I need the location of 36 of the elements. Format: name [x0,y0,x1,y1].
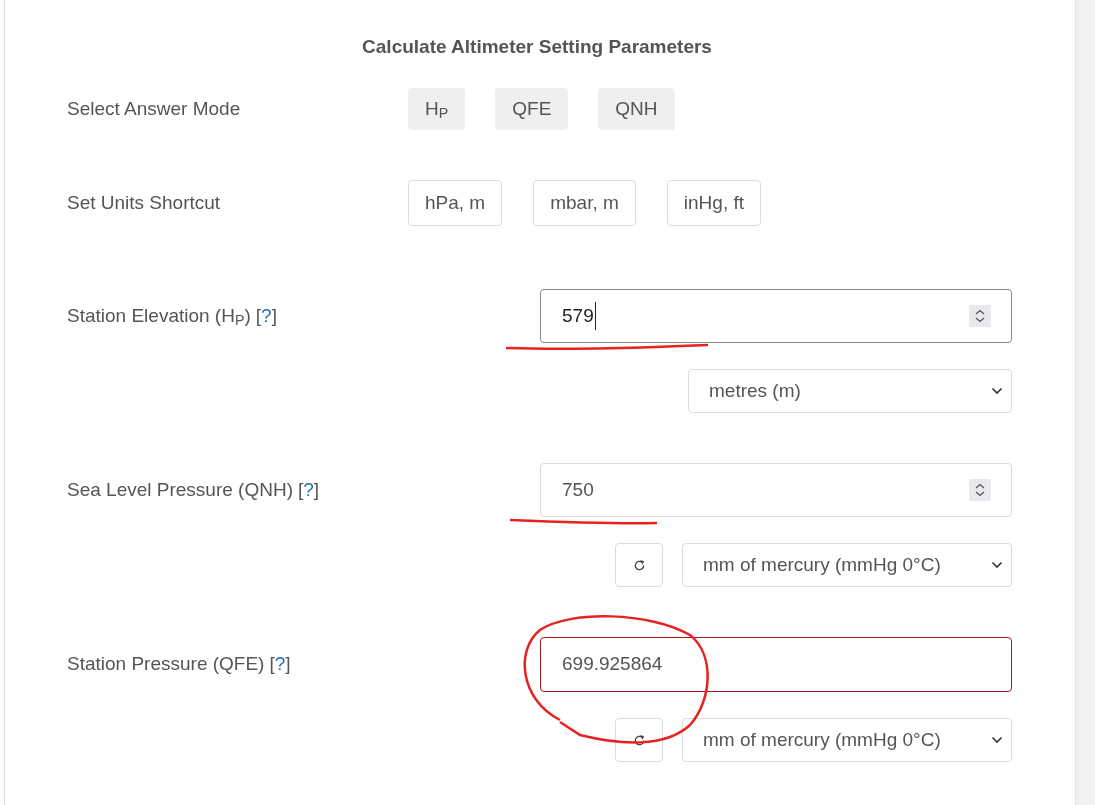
field-label: Select Answer Mode [66,96,242,121]
field-label: Sea Level Pressure (QNH) [67,477,293,502]
chevron-down-icon [991,736,1003,744]
bracket: ] [271,303,277,328]
page-title: Calculate Altimeter Setting Parameters [361,35,713,57]
unit-select[interactable]: mm of mercury (mmHg 0°C) [682,543,1012,587]
refresh-icon [632,733,646,747]
field-label: Station Pressure (QFE) [67,652,265,677]
mode-button[interactable]: QFE [495,88,569,130]
scrollbar[interactable] [1075,0,1095,805]
chevron-down-icon [991,561,1003,569]
help-link[interactable]: ? [303,475,314,505]
number-input[interactable]: 750 [540,463,1012,517]
unit-select[interactable]: metres (m) [688,369,1012,413]
stepper-icon[interactable] [969,305,991,327]
result-field[interactable]: 699.925864 [540,637,1012,692]
bracket: ] [313,477,320,502]
help-link[interactable]: ? [261,301,272,331]
chevron-down-icon [991,387,1003,395]
units-button[interactable]: mbar, m [533,180,636,226]
units-button[interactable]: hPa, m [408,180,503,226]
mode-button[interactable]: QNH [598,88,675,130]
stepper-icon[interactable] [969,479,991,501]
mode-button[interactable]: H$_{P}$ [408,88,466,130]
field-label: Station Elevation (H$_{P}$) [67,303,251,331]
unit-select[interactable]: mm of mercury (mmHg 0°C) [682,718,1012,762]
bracket: ] [285,652,291,677]
field-label: Set Units Shortcut [66,190,222,215]
bracket: [ [269,652,275,677]
help-link[interactable]: ? [274,650,286,679]
reset-button[interactable] [615,718,663,762]
bracket: [ [297,477,304,502]
number-input[interactable]: 579 [540,289,1012,343]
refresh-icon [632,558,646,572]
bracket: [ [255,303,262,328]
units-button[interactable]: inHg, ft [666,180,762,226]
